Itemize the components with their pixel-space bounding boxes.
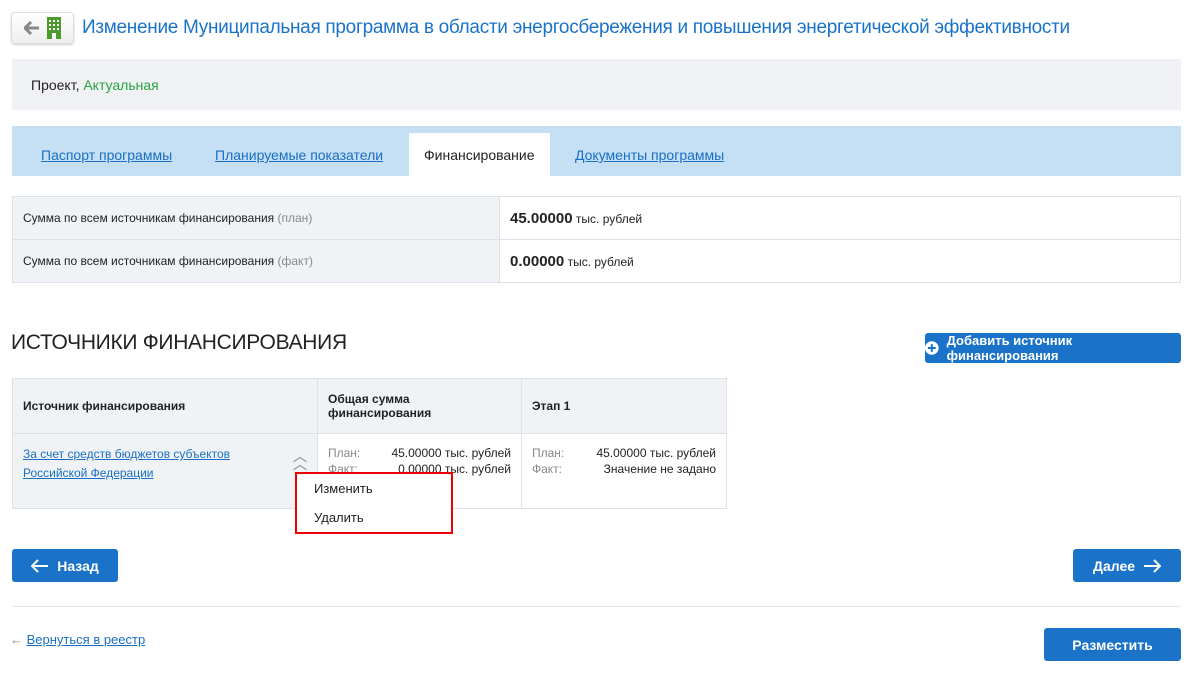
tab-financing[interactable]: Финансирование [409,133,550,176]
publish-label: Разместить [1072,636,1153,653]
back-to-list-button[interactable] [11,12,74,44]
return-to-registry[interactable]: ← Вернуться в реестр [10,630,145,649]
summary-row-plan: Сумма по всем источникам финансирования … [12,196,1181,240]
summary-value: 45.00000 [510,209,573,227]
tab-documents[interactable]: Документы программы [575,147,724,163]
summary-label: Сумма по всем источникам финансирования [23,211,275,225]
status-bar: Проект, Актуальная [12,59,1181,110]
row-context-menu: Изменить Удалить [295,472,453,534]
summary-qualifier: (факт) [277,254,313,268]
plan-label: План: [532,446,565,460]
summary-unit: тыс. рублей [567,254,634,269]
arrow-left-icon [23,21,39,35]
menu-item-delete[interactable]: Удалить [297,503,451,532]
column-header: Общая сумма финансирования [317,378,522,434]
add-source-button[interactable]: Добавить источник финансирования [925,333,1181,363]
plus-circle-icon [925,341,939,355]
next-button[interactable]: Далее [1073,549,1181,582]
plan-value: 45.00000 тыс. рублей [391,446,511,460]
column-header: Источник финансирования [12,378,318,434]
back-button[interactable]: Назад [12,549,118,582]
menu-item-edit[interactable]: Изменить [297,474,451,503]
back-label: Назад [57,557,99,574]
summary-qualifier: (план) [277,211,313,225]
next-label: Далее [1092,557,1136,574]
fact-value: Значение не задано [603,462,716,476]
tab-indicators[interactable]: Планируемые показатели [215,147,383,163]
tab-passport[interactable]: Паспорт программы [41,147,172,163]
arrow-left-icon: ← [10,632,23,647]
sources-heading: ИСТОЧНИКИ ФИНАНСИРОВАНИЯ [11,331,347,354]
source-link[interactable]: За счет средств бюджетов субъектов Росси… [23,445,243,483]
tab-bar: Паспорт программы Планируемые показатели… [12,126,1181,176]
page-title: Изменение Муниципальная программа в обла… [82,17,1070,38]
summary-unit: тыс. рублей [575,211,643,226]
financing-summary-table: Сумма по всем источникам финансирования … [12,196,1181,283]
status-state: Актуальная [83,77,159,93]
summary-value: 0.00000 [510,252,565,270]
summary-row-fact: Сумма по всем источникам финансирования … [12,239,1181,283]
arrow-right-icon [1144,558,1162,573]
plan-label: План: [328,446,361,460]
summary-label: Сумма по всем источникам финансирования [23,254,275,268]
divider [12,606,1181,607]
return-link[interactable]: Вернуться в реестр [27,632,146,647]
plan-value: 45.00000 тыс. рублей [596,446,716,460]
fact-label: Факт: [532,462,563,476]
column-header: Этап 1 [521,378,727,434]
add-source-label: Добавить источник финансирования [946,333,1073,363]
publish-button[interactable]: Разместить [1044,628,1181,661]
arrow-left-icon [31,558,49,573]
status-prefix: Проект, [31,77,80,93]
chevron-double-up-icon[interactable]: ︿ ︿ [293,449,307,471]
building-icon [46,17,61,39]
